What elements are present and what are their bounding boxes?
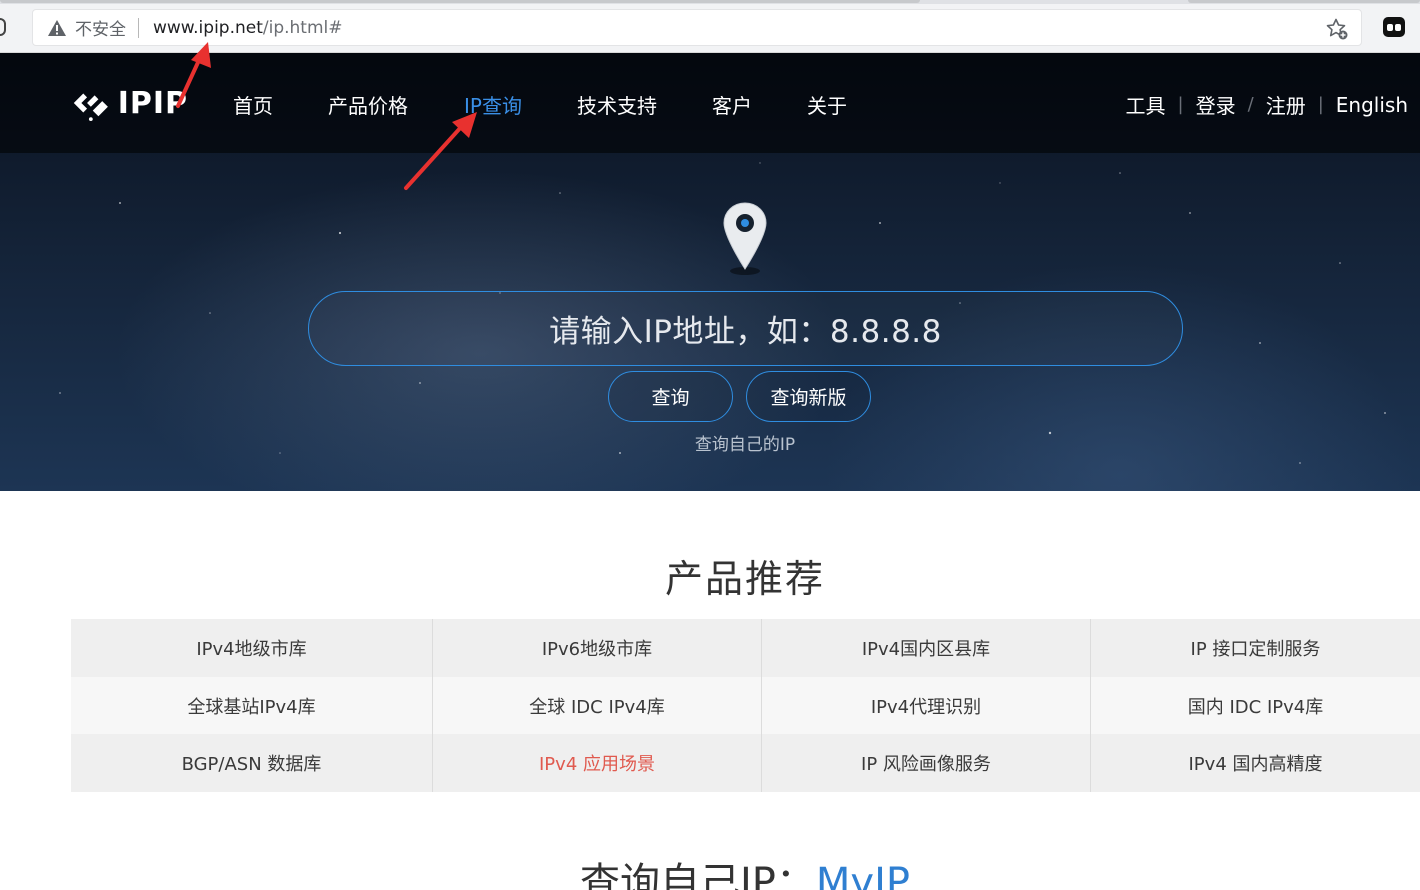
product-cell[interactable]: BGP/ASN 数据库	[71, 734, 433, 792]
logo-mark-icon	[73, 93, 108, 122]
omnibox-divider	[138, 17, 139, 38]
product-cell[interactable]: IP 接口定制服务	[1091, 619, 1420, 677]
url-host: www.ipip.net	[153, 17, 263, 38]
product-cell[interactable]: 全球 IDC IPv4库	[433, 677, 762, 735]
top-navigation: IPIP 首页 产品价格 IP查询 技术支持 客户 关于 工具 | 登录 / 注…	[0, 53, 1420, 153]
language-english-link[interactable]: English	[1336, 93, 1408, 117]
query-button[interactable]: 查询	[608, 371, 733, 422]
nav-item-support[interactable]: 技术支持	[577, 90, 657, 119]
my-ip-title-prefix: 查询自己IP：	[579, 860, 816, 890]
warning-icon[interactable]	[47, 18, 67, 38]
location-pin-icon	[723, 202, 767, 275]
url-text[interactable]: www.ipip.net/ip.html#	[153, 18, 343, 38]
search-placeholder: 请输入IP地址，如：8.8.8.8	[549, 314, 942, 350]
my-ip-section-title: 查询自己IP：MyIP	[0, 850, 1420, 890]
product-cell[interactable]: IPv4国内区县库	[762, 619, 1091, 677]
url-path: /ip.html#	[262, 17, 343, 38]
nav-item-ip-query[interactable]: IP查询	[464, 90, 522, 119]
back-partial-icon[interactable]	[0, 18, 6, 36]
nav-item-about[interactable]: 关于	[807, 90, 847, 119]
product-cell[interactable]: 全球基站IPv4库	[71, 677, 433, 735]
ip-search-input[interactable]: 请输入IP地址，如：8.8.8.8	[308, 291, 1183, 366]
login-link[interactable]: 登录	[1196, 90, 1236, 119]
my-ip-title-accent[interactable]: MyIP	[816, 860, 910, 890]
nav-item-home[interactable]: 首页	[233, 90, 273, 119]
product-cell[interactable]: 国内 IDC IPv4库	[1091, 677, 1420, 735]
nav-separator: |	[1317, 94, 1324, 115]
product-cell[interactable]: IPv4地级市库	[71, 619, 433, 677]
tab-strip	[0, 0, 1420, 4]
tools-link[interactable]: 工具	[1126, 90, 1166, 119]
product-grid: IPv4地级市库 IPv6地级市库 IPv4国内区县库 IP 接口定制服务 全球…	[71, 619, 1420, 792]
bookmark-star-icon[interactable]	[1325, 17, 1349, 41]
product-cell[interactable]: IPv6地级市库	[433, 619, 762, 677]
product-cell[interactable]: IPv4 国内高精度	[1091, 734, 1420, 792]
product-cell[interactable]: IP 风险画像服务	[762, 734, 1091, 792]
browser-toolbar: 不安全 www.ipip.net/ip.html#	[0, 0, 1420, 53]
nav-item-pricing[interactable]: 产品价格	[328, 90, 408, 119]
extension-icon[interactable]	[1382, 16, 1406, 38]
nav-separator: |	[1177, 94, 1184, 115]
page: 不安全 www.ipip.net/ip.html# IPIP 首页 产品价格 I…	[0, 0, 1420, 890]
account-links: 工具 | 登录 / 注册 | English	[1126, 90, 1408, 119]
hero-section: IPIP 首页 产品价格 IP查询 技术支持 客户 关于 工具 | 登录 / 注…	[0, 53, 1420, 491]
tab[interactable]	[1188, 0, 1420, 3]
nav-item-customers[interactable]: 客户	[712, 90, 752, 119]
address-bar[interactable]: 不安全 www.ipip.net/ip.html#	[32, 9, 1362, 46]
product-cell-highlighted[interactable]: IPv4 应用场景	[433, 734, 762, 792]
query-new-version-button[interactable]: 查询新版	[746, 371, 871, 422]
insecure-label[interactable]: 不安全	[75, 15, 126, 40]
nav-separator: /	[1247, 94, 1254, 115]
products-section-title: 产品推荐	[664, 557, 825, 601]
product-cell[interactable]: IPv4代理识别	[762, 677, 1091, 735]
logo-text: IPIP	[117, 85, 188, 121]
query-my-ip-link[interactable]: 查询自己的IP	[0, 430, 1420, 455]
tab[interactable]	[0, 0, 920, 3]
ipip-logo[interactable]: IPIP	[70, 81, 188, 125]
register-link[interactable]: 注册	[1266, 90, 1306, 119]
